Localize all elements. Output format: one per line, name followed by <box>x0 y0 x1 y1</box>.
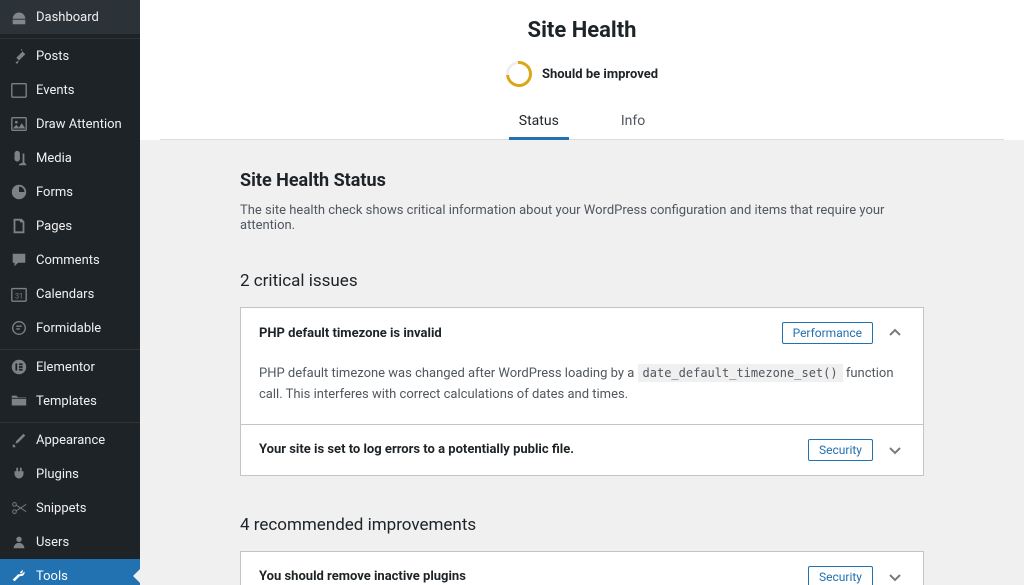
sidebar-item-elementor[interactable]: Elementor <box>0 350 140 384</box>
user-icon <box>10 533 28 551</box>
sidebar-item-label: Appearance <box>36 433 105 448</box>
critical-issues-heading: 2 critical issues <box>240 271 924 291</box>
health-status-indicator: Should be improved <box>160 61 1004 87</box>
tab-status[interactable]: Status <box>513 105 565 139</box>
sidebar-item-label: Pages <box>36 219 72 234</box>
sidebar-item-pages[interactable]: Pages <box>0 209 140 243</box>
wrench-icon <box>10 567 28 585</box>
elementor-icon <box>10 358 28 376</box>
sidebar-item-label: Forms <box>36 185 73 200</box>
issue-card: PHP default timezone is invalid Performa… <box>240 307 924 425</box>
page-header: Site Health Should be improved Status In… <box>140 0 1024 140</box>
sidebar-item-label: Elementor <box>36 360 95 375</box>
sidebar-item-label: Snippets <box>36 501 87 516</box>
calendar-date-icon: 31 <box>10 285 28 303</box>
issue-toggle[interactable]: You should remove inactive plugins Secur… <box>241 552 923 585</box>
sidebar-item-templates[interactable]: Templates <box>0 384 140 418</box>
issue-toggle[interactable]: PHP default timezone is invalid Performa… <box>241 308 923 358</box>
dashboard-icon <box>10 8 28 26</box>
sidebar-item-dashboard[interactable]: Dashboard <box>0 0 140 34</box>
issue-title: Your site is set to log errors to a pote… <box>259 442 796 457</box>
form-icon <box>10 183 28 201</box>
main-content: Site Health Should be improved Status In… <box>140 0 1024 585</box>
sidebar-item-label: Comments <box>36 253 100 268</box>
sidebar-item-label: Plugins <box>36 467 79 482</box>
sidebar-item-label: Users <box>36 535 69 550</box>
folder-icon <box>10 392 28 410</box>
admin-sidebar: Dashboard Posts Events Draw Attention Me… <box>0 0 140 585</box>
sidebar-item-media[interactable]: Media <box>0 141 140 175</box>
content-area: Site Health Status The site health check… <box>140 140 1024 585</box>
issue-badge: Security <box>808 566 873 585</box>
sidebar-item-events[interactable]: Events <box>0 73 140 107</box>
issue-card: You should remove inactive plugins Secur… <box>240 551 924 585</box>
health-status-label: Should be improved <box>542 67 658 82</box>
brush-icon <box>10 431 28 449</box>
status-heading: Site Health Status <box>240 170 924 191</box>
sidebar-item-formidable[interactable]: Formidable <box>0 311 140 345</box>
media-icon <box>10 149 28 167</box>
sidebar-item-label: Posts <box>36 49 69 64</box>
issue-badge: Performance <box>782 322 873 344</box>
sidebar-item-label: Media <box>36 151 72 166</box>
comment-icon <box>10 251 28 269</box>
plugin-icon <box>10 465 28 483</box>
svg-text:31: 31 <box>15 292 23 301</box>
sidebar-item-label: Calendars <box>36 287 94 302</box>
tabs: Status Info <box>160 105 1004 140</box>
issue-detail-code: date_default_timezone_set() <box>638 364 843 382</box>
sidebar-item-posts[interactable]: Posts <box>0 39 140 73</box>
critical-issues-group: 2 critical issues PHP default timezone i… <box>240 271 924 476</box>
chevron-down-icon <box>885 567 905 585</box>
chevron-down-icon <box>885 440 905 460</box>
sidebar-item-draw-attention[interactable]: Draw Attention <box>0 107 140 141</box>
sidebar-item-calendars[interactable]: 31 Calendars <box>0 277 140 311</box>
issue-detail-text: PHP default timezone was changed after W… <box>259 366 638 381</box>
sidebar-item-snippets[interactable]: Snippets <box>0 491 140 525</box>
sidebar-item-users[interactable]: Users <box>0 525 140 559</box>
sidebar-item-comments[interactable]: Comments <box>0 243 140 277</box>
issue-detail: PHP default timezone was changed after W… <box>241 358 923 424</box>
issue-card: Your site is set to log errors to a pote… <box>240 424 924 476</box>
issue-badge: Security <box>808 439 873 461</box>
recommended-group: 4 recommended improvements You should re… <box>240 515 924 585</box>
page-title: Site Health <box>160 18 1004 43</box>
chevron-up-icon <box>885 323 905 343</box>
pin-icon <box>10 47 28 65</box>
page-icon <box>10 217 28 235</box>
sidebar-item-label: Events <box>36 83 74 98</box>
scissors-icon <box>10 499 28 517</box>
tab-info[interactable]: Info <box>615 105 651 139</box>
sidebar-item-label: Templates <box>36 394 97 409</box>
issue-title: You should remove inactive plugins <box>259 569 796 584</box>
sidebar-item-appearance[interactable]: Appearance <box>0 423 140 457</box>
sidebar-item-label: Tools <box>36 569 68 584</box>
image-icon <box>10 115 28 133</box>
status-description: The site health check shows critical inf… <box>240 203 924 233</box>
calendar-grid-icon <box>10 81 28 99</box>
sidebar-item-plugins[interactable]: Plugins <box>0 457 140 491</box>
issue-toggle[interactable]: Your site is set to log errors to a pote… <box>241 425 923 475</box>
recommended-heading: 4 recommended improvements <box>240 515 924 535</box>
issue-title: PHP default timezone is invalid <box>259 326 770 341</box>
circle-icon <box>10 319 28 337</box>
progress-ring-icon <box>501 56 538 93</box>
sidebar-item-label: Formidable <box>36 321 101 336</box>
sidebar-item-tools[interactable]: Tools <box>0 559 140 585</box>
sidebar-item-label: Draw Attention <box>36 117 122 132</box>
sidebar-item-label: Dashboard <box>36 10 99 25</box>
sidebar-item-forms[interactable]: Forms <box>0 175 140 209</box>
